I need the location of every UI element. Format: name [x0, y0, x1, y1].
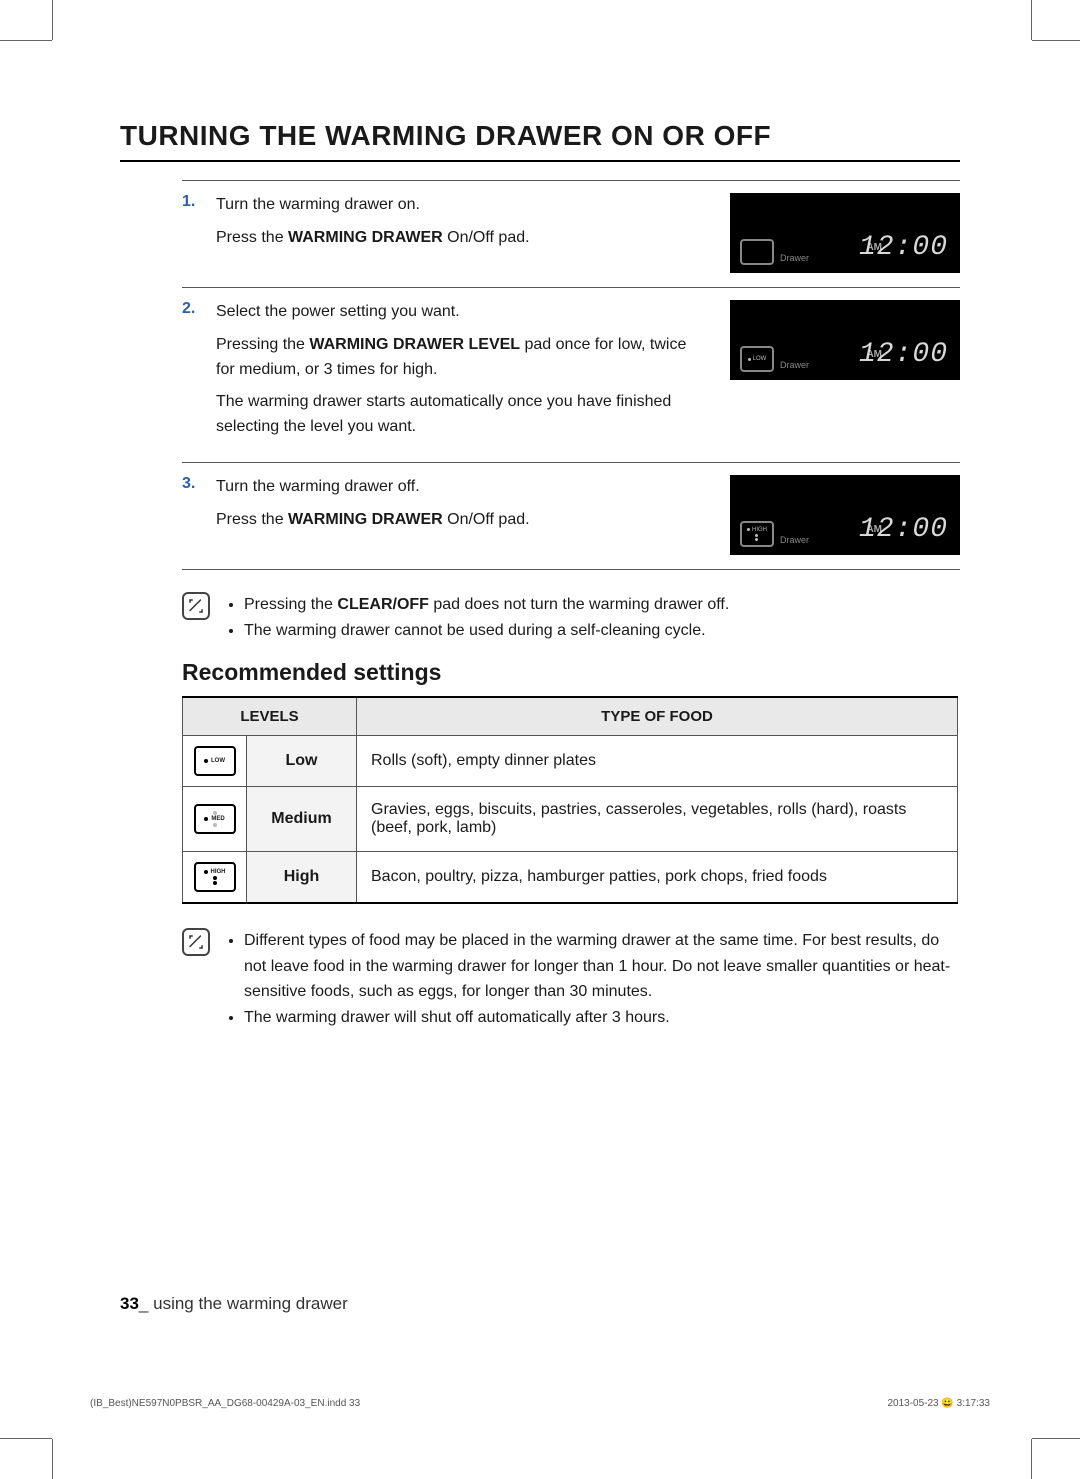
drawer-label: Drawer: [780, 535, 809, 545]
table-head-levels: LEVELS: [183, 697, 357, 736]
print-metadata: (IB_Best)NE597N0PBSR_AA_DG68-00429A-03_E…: [90, 1398, 990, 1409]
print-time: 2013-05-23 😀 3:17:33: [887, 1398, 990, 1409]
table-row: HIGH HighBacon, poultry, pizza, hamburger…: [183, 852, 958, 904]
crop-mark: [1032, 40, 1080, 41]
step-text: Pressing the WARMING DRAWER LEVEL pad on…: [216, 333, 702, 383]
oven-display: DrawerAM12:00: [730, 193, 960, 273]
steps-list: 1. Turn the warming drawer on. Press the W…: [120, 180, 960, 570]
clock-display: 12:00: [859, 339, 948, 370]
food-cell: Bacon, poultry, pizza, hamburger patties…: [357, 852, 958, 904]
food-cell: Gravies, eggs, biscuits, pastries, casse…: [357, 787, 958, 852]
note-item: The warming drawer will shut off automat…: [244, 1005, 960, 1031]
crop-mark: [1032, 1438, 1080, 1439]
clock-display: 12:00: [859, 232, 948, 263]
page-number: 33: [120, 1294, 139, 1313]
step: 2. Select the power setting you want. Pres…: [182, 287, 960, 462]
crop-mark: [1031, 0, 1032, 40]
note-icon: [182, 928, 210, 956]
footer-section: using the warming drawer: [153, 1294, 348, 1313]
step: 1. Turn the warming drawer on. Press the W…: [182, 180, 960, 287]
level-icon: HIGH: [194, 862, 236, 892]
step-text: Turn the warming drawer on.: [216, 193, 702, 218]
step-body: Turn the warming drawer on. Press the WAR…: [216, 193, 702, 273]
print-file: (IB_Best)NE597N0PBSR_AA_DG68-00429A-03_E…: [90, 1398, 360, 1409]
level-badge-icon: LOW: [740, 346, 774, 372]
step-text: Press the WARMING DRAWER On/Off pad.: [216, 508, 702, 533]
note-item: Pressing the CLEAR/OFF pad does not turn…: [244, 592, 729, 618]
step: 3. Turn the warming drawer off. Press the …: [182, 462, 960, 570]
step-body: Turn the warming drawer off. Press the WA…: [216, 475, 702, 555]
oven-display: HIGHDrawerAM12:00: [730, 475, 960, 555]
crop-mark: [52, 0, 53, 40]
drawer-label: Drawer: [780, 360, 809, 370]
level-badge-icon: HIGH: [740, 521, 774, 547]
note-block-2: Different types of food may be placed in…: [120, 928, 960, 1030]
crop-mark: [0, 40, 52, 41]
table-row: MED MediumGravies, eggs, biscuits, pastri…: [183, 787, 958, 852]
note-block-1: Pressing the CLEAR/OFF pad does not turn…: [120, 592, 960, 643]
note-item: The warming drawer cannot be used during…: [244, 618, 729, 644]
footer-sep: _: [139, 1294, 153, 1313]
step-text: Press the WARMING DRAWER On/Off pad.: [216, 226, 702, 251]
food-cell: Rolls (soft), empty dinner plates: [357, 736, 958, 787]
step-number: 3.: [182, 475, 198, 555]
level-label-cell: Low: [247, 736, 357, 787]
crop-mark: [1031, 1439, 1032, 1479]
page-footer: 33_ using the warming drawer: [120, 1294, 348, 1314]
subtitle-recommended: Recommended settings: [182, 659, 960, 686]
crop-mark: [0, 1438, 52, 1439]
step-number: 1.: [182, 193, 198, 273]
note-icon: [182, 592, 210, 620]
level-icon-cell: MED: [183, 787, 247, 852]
table-head-food: TYPE OF FOOD: [357, 697, 958, 736]
step-number: 2.: [182, 300, 198, 448]
level-icon: LOW: [194, 746, 236, 776]
step-body: Select the power setting you want. Pressi…: [216, 300, 702, 448]
page-title: TURNING THE WARMING DRAWER ON OR OFF: [120, 120, 960, 162]
level-label-cell: Medium: [247, 787, 357, 852]
recommended-settings-table: LEVELS TYPE OF FOOD LOW LowRolls (soft), …: [182, 696, 958, 904]
level-icon-cell: LOW: [183, 736, 247, 787]
level-label-cell: High: [247, 852, 357, 904]
step-text: Turn the warming drawer off.: [216, 475, 702, 500]
crop-mark: [52, 1439, 53, 1479]
note-list: Pressing the CLEAR/OFF pad does not turn…: [224, 592, 729, 643]
level-badge-icon: [740, 239, 774, 265]
step-text: Select the power setting you want.: [216, 300, 702, 325]
note-list: Different types of food may be placed in…: [224, 928, 960, 1030]
clock-display: 12:00: [859, 514, 948, 545]
oven-display: LOWDrawerAM12:00: [730, 300, 960, 380]
level-icon: MED: [194, 804, 236, 834]
level-icon-cell: HIGH: [183, 852, 247, 904]
step-text: The warming drawer starts automatically …: [216, 390, 702, 440]
drawer-label: Drawer: [780, 253, 809, 263]
note-item: Different types of food may be placed in…: [244, 928, 960, 1005]
table-row: LOW LowRolls (soft), empty dinner plates: [183, 736, 958, 787]
